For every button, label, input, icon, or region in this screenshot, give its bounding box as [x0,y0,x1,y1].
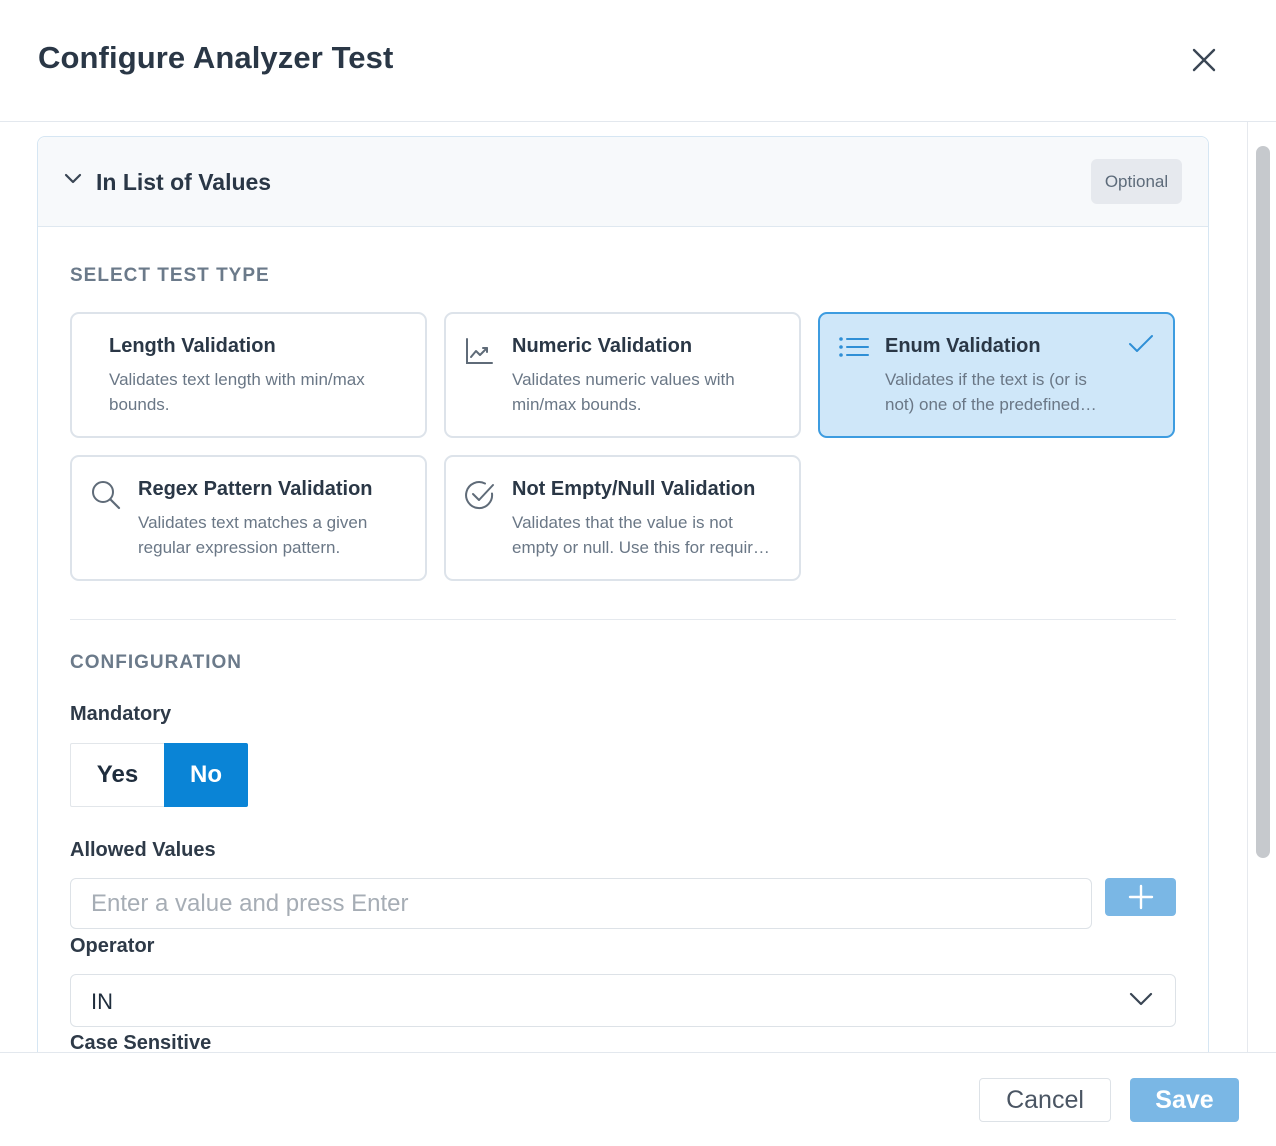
card-title: Numeric Validation [512,335,693,357]
allowed-values-label: Allowed Values [70,839,216,861]
dialog-body: In List of Values Optional SELECT TEST T… [0,122,1276,1052]
chart-line-icon [466,338,493,364]
dialog-header: Configure Analyzer Test [0,0,1276,122]
card-title: Length Validation [109,335,276,357]
search-icon [92,481,121,510]
select-test-type-heading: SELECT TEST TYPE [70,265,270,286]
cancel-button[interactable]: Cancel [979,1078,1111,1122]
scrollbar-thumb[interactable] [1256,146,1270,858]
plus-icon [1128,884,1153,910]
test-type-card-numeric[interactable]: Numeric Validation Validates numeric val… [444,312,801,438]
case-sensitive-label: Case Sensitive [70,1032,212,1052]
card-description: Validates text matches a given regular e… [138,513,368,557]
mandatory-toggle: Yes No [70,743,248,807]
configuration-heading: CONFIGURATION [70,652,243,673]
in-list-of-values-section: In List of Values Optional SELECT TEST T… [37,136,1209,1052]
close-button[interactable] [1186,42,1222,78]
section-title: In List of Values [96,169,272,195]
operator-label: Operator [70,935,155,957]
card-description: Validates text length with min/max bound… [109,370,365,414]
check-circle-icon [465,481,494,510]
card-description: Validates that the value is not empty or… [512,513,770,557]
test-type-card-regex[interactable]: Regex Pattern Validation Validates text … [70,455,427,581]
card-description: Validates if the text is (or is not) one… [885,370,1097,414]
scrollbar[interactable] [1247,122,1276,1052]
dialog-title: Configure Analyzer Test [38,40,394,75]
card-title: Not Empty/Null Validation [512,478,756,500]
dialog-footer: Cancel Save [0,1052,1276,1146]
checkmark-icon [1129,335,1153,352]
configure-analyzer-test-dialog: Configure Analyzer Test In List of Value… [0,0,1276,1146]
section-header[interactable]: In List of Values Optional [38,137,1208,227]
operator-select[interactable]: IN [70,974,1176,1027]
test-type-card-length[interactable]: Length Validation Validates text length … [70,312,427,438]
optional-badge: Optional [1091,159,1182,204]
card-title: Regex Pattern Validation [138,478,373,500]
test-type-card-enum[interactable]: Enum Validation Validates if the text is… [818,312,1175,438]
allowed-values-input[interactable] [70,878,1092,929]
list-icon [839,337,869,357]
chevron-down-icon[interactable] [64,173,82,185]
mandatory-label: Mandatory [70,703,172,725]
add-value-button[interactable] [1105,878,1176,916]
divider [70,619,1176,620]
save-button[interactable]: Save [1130,1078,1239,1122]
test-type-card-not-empty[interactable]: Not Empty/Null Validation Validates that… [444,455,801,581]
mandatory-yes-option[interactable]: Yes [70,743,164,807]
card-title: Enum Validation [885,335,1041,357]
card-description: Validates numeric values with min/max bo… [512,370,735,414]
chevron-down-icon [1129,992,1153,1006]
close-icon [1192,48,1216,72]
operator-selected-value: IN [91,989,113,1014]
mandatory-no-option[interactable]: No [164,743,248,807]
